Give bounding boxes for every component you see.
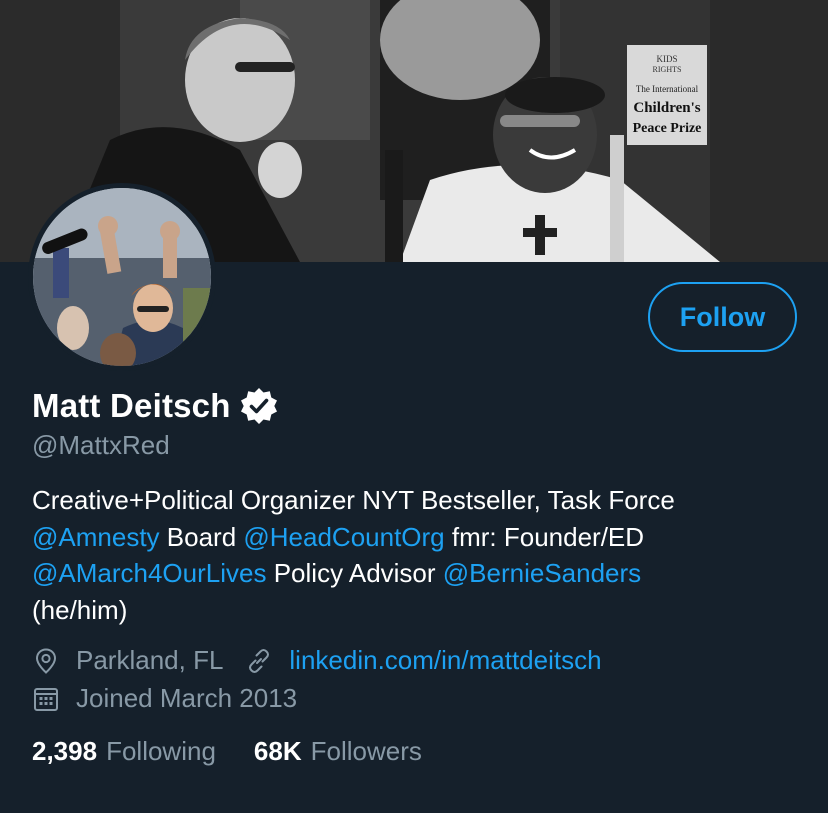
bio-line-1: Creative+Political Organizer NYT Bestsel… — [32, 485, 675, 515]
follow-button[interactable]: Follow — [648, 282, 797, 352]
avatar[interactable] — [28, 183, 216, 371]
profile-handle: @MattxRed — [32, 430, 170, 460]
followers-count: 68K — [253, 736, 302, 766]
profile-name-row: Matt Deitsch — [32, 384, 279, 428]
bio-text-board: Board — [159, 521, 244, 552]
bio-pronouns: (he/him) — [32, 594, 128, 625]
mention-amnesty-link[interactable]: @Amnesty — [32, 522, 160, 552]
profile-bio: Creative+Political Organizer NYT Bestsel… — [32, 482, 812, 628]
banner-sign-international: The International — [636, 84, 699, 94]
profile-stats: 2,398 Following 68K Followers — [32, 736, 422, 767]
followers-stat-link[interactable]: 68K Followers — [254, 736, 422, 767]
profile-meta-row-1: Parkland, FL linkedin.com/in/mattdeitsch — [32, 645, 602, 676]
profile-location: Parkland, FL — [76, 645, 224, 675]
profile-website-link[interactable]: linkedin.com/in/mattdeitsch — [289, 645, 601, 676]
verified-badge-icon — [239, 386, 279, 426]
following-label: Following — [106, 736, 216, 766]
banner-sign-peace-prize: Peace Prize — [633, 121, 702, 136]
avatar-image — [33, 188, 211, 366]
calendar-icon — [32, 685, 60, 713]
followers-label: Followers — [310, 736, 422, 766]
following-stat-link[interactable]: 2,398 Following — [32, 736, 216, 767]
profile-meta-row-2: Joined March 2013 — [32, 683, 297, 714]
banner-sign-childrens: Children's — [633, 100, 700, 116]
profile-joined-date: Joined March 2013 — [76, 683, 298, 713]
banner-sign-kids: KIDS — [656, 54, 677, 64]
location-pin-icon — [32, 647, 60, 675]
link-icon — [245, 647, 273, 675]
mention-march-link[interactable]: @AMarch4OurLives — [32, 558, 266, 588]
bio-text-fmr: fmr: Founder/ED — [444, 521, 645, 552]
mention-headcount-link[interactable]: @HeadCountOrg — [243, 522, 444, 552]
following-count: 2,398 — [32, 736, 98, 766]
bio-text-policy: Policy Advisor — [266, 558, 443, 588]
banner-sign-rights: RIGHTS — [653, 65, 682, 74]
profile-name: Matt Deitsch — [32, 387, 231, 424]
mention-bernie-link[interactable]: @BernieSanders — [443, 558, 641, 588]
